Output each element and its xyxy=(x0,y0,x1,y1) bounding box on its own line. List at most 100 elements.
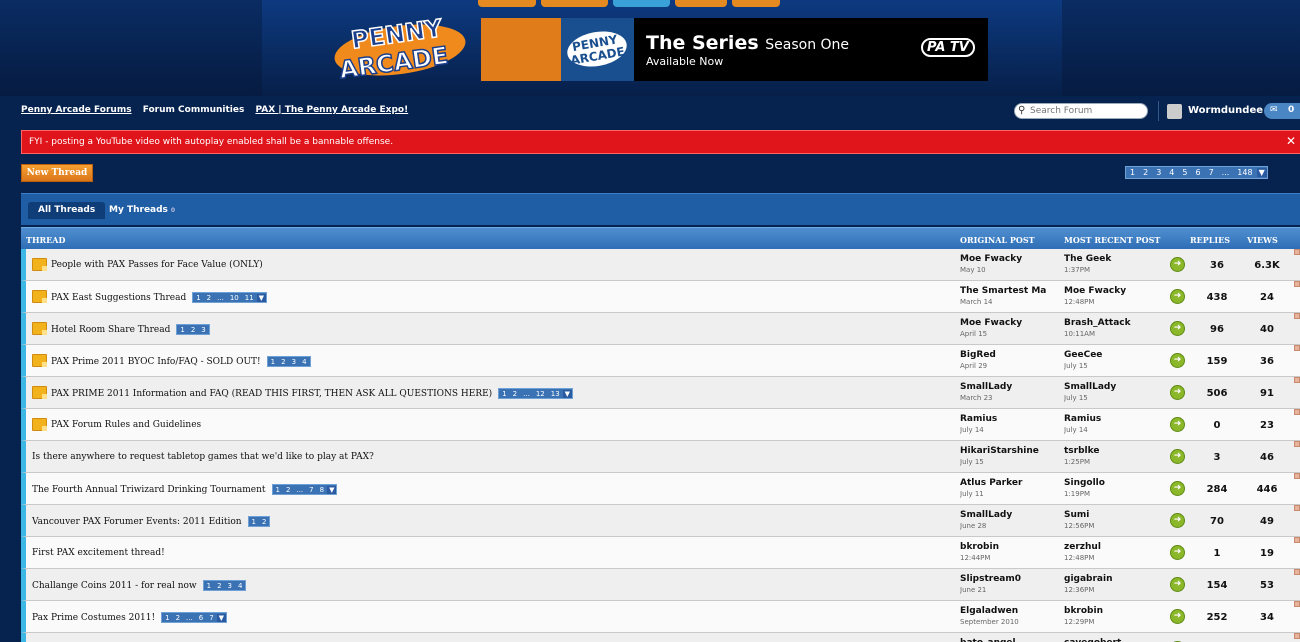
recent-poster[interactable]: Moe Fwacky xyxy=(1064,286,1164,296)
bookmark-flag-icon[interactable] xyxy=(1294,441,1300,447)
thread-page-link[interactable]: 1 xyxy=(499,390,509,398)
tab-all-threads[interactable]: All Threads xyxy=(28,202,106,219)
thread-title-link[interactable]: PAX Prime 2011 BYOC Info/FAQ - SOLD OUT! xyxy=(51,357,261,367)
original-poster[interactable]: BigRed xyxy=(960,350,1060,360)
thread-page-link[interactable]: 3 xyxy=(225,582,235,590)
original-poster[interactable]: Atlus Parker xyxy=(960,478,1060,488)
recent-poster[interactable]: SmallLady xyxy=(1064,382,1164,392)
penny-arcade-logo[interactable]: PENNY ARCADE xyxy=(332,4,468,82)
go-to-last-post-icon[interactable]: ➜ xyxy=(1170,289,1185,304)
original-poster[interactable]: Elgaladwen xyxy=(960,606,1060,616)
page-link[interactable]: 148 xyxy=(1233,168,1256,177)
user-menu[interactable]: Wormdundee xyxy=(1158,101,1263,121)
column-header-replies[interactable]: REPLIES xyxy=(1190,235,1230,245)
go-to-last-post-icon[interactable]: ➜ xyxy=(1170,449,1185,464)
chevron-down-icon[interactable]: ▼ xyxy=(327,485,337,494)
table-row[interactable]: People with PAX Passes for Face Value (O… xyxy=(21,249,1300,281)
thread-page-link[interactable]: 2 xyxy=(510,390,520,398)
bookmark-flag-icon[interactable] xyxy=(1294,409,1300,415)
chevron-down-icon[interactable]: ▼ xyxy=(216,613,227,622)
thread-page-link[interactable]: 1 xyxy=(268,358,278,366)
page-link[interactable]: 6 xyxy=(1191,168,1204,177)
go-to-last-post-icon[interactable]: ➜ xyxy=(1170,609,1185,624)
thread-page-link[interactable]: 1 xyxy=(273,486,283,494)
thread-page-link[interactable]: 2 xyxy=(283,486,293,494)
thread-page-link[interactable]: 7 xyxy=(206,614,216,622)
chevron-down-icon[interactable]: ▼ xyxy=(256,293,267,302)
thread-page-link[interactable]: 2 xyxy=(214,582,224,590)
recent-poster[interactable]: Ramius xyxy=(1064,414,1164,424)
recent-poster[interactable]: bkrobin xyxy=(1064,606,1164,616)
table-row[interactable]: Vancouver PAX Forumer Events: 2011 Editi… xyxy=(21,505,1300,537)
thread-page-link[interactable]: 4 xyxy=(299,358,309,366)
page-link[interactable]: 7 xyxy=(1205,168,1218,177)
thread-page-link[interactable]: ... xyxy=(214,294,227,302)
go-to-last-post-icon[interactable]: ➜ xyxy=(1170,545,1185,560)
breadcrumb-forum-communities[interactable]: Forum Communities xyxy=(143,105,245,115)
bookmark-flag-icon[interactable] xyxy=(1294,345,1300,351)
thread-page-link[interactable]: 8 xyxy=(317,486,327,494)
thread-page-link[interactable]: 1 xyxy=(204,582,214,590)
go-to-last-post-icon[interactable]: ➜ xyxy=(1170,417,1185,432)
thread-title-link[interactable]: PAX PRIME 2011 Information and FAQ (READ… xyxy=(51,389,492,399)
table-row[interactable]: PAX East Suggestions Thread 1 2... 10 11 ▼ The… xyxy=(21,281,1300,313)
page-link[interactable]: 5 xyxy=(1178,168,1191,177)
new-thread-button[interactable]: New Thread xyxy=(21,164,93,182)
go-to-last-post-icon[interactable]: ➜ xyxy=(1170,513,1185,528)
recent-poster[interactable]: GeeCee xyxy=(1064,350,1164,360)
username[interactable]: Wormdundee xyxy=(1188,105,1263,116)
go-to-last-post-icon[interactable]: ➜ xyxy=(1170,481,1185,496)
search-input[interactable] xyxy=(1030,105,1142,117)
thread-page-link[interactable]: 12 xyxy=(533,390,548,398)
table-row[interactable]: The Fourth Annual Triwizard Drinking Tou… xyxy=(21,473,1300,505)
close-icon[interactable]: ✕ xyxy=(1286,134,1296,148)
bookmark-flag-icon[interactable] xyxy=(1294,313,1300,319)
top-nav-tab[interactable] xyxy=(613,0,670,7)
column-header-original-post[interactable]: ORIGINAL POST xyxy=(960,235,1035,245)
tab-my-threads[interactable]: My Threads 0 xyxy=(99,202,185,219)
go-to-last-post-icon[interactable]: ➜ xyxy=(1170,257,1185,272)
original-poster[interactable]: Ramius xyxy=(960,414,1060,424)
bookmark-flag-icon[interactable] xyxy=(1294,633,1300,639)
thread-page-link[interactable]: 2 xyxy=(204,294,214,302)
go-to-last-post-icon[interactable]: ➜ xyxy=(1170,321,1185,336)
thread-title-link[interactable]: People with PAX Passes for Face Value (O… xyxy=(51,260,263,270)
series-banner-ad[interactable]: PENNY ARCADE The Series Season One Availa… xyxy=(481,18,988,81)
bookmark-flag-icon[interactable] xyxy=(1294,569,1300,575)
thread-page-link[interactable]: 1 xyxy=(177,326,187,334)
original-poster[interactable]: SmallLady xyxy=(960,510,1060,520)
thread-title-link[interactable]: Pax Prime Costumes 2011! xyxy=(32,613,155,623)
thread-page-link[interactable]: 1 xyxy=(193,294,203,302)
top-nav-tab[interactable] xyxy=(732,0,780,7)
recent-poster[interactable]: zerzhul xyxy=(1064,542,1164,552)
table-row[interactable]: Hotel Room Share Thread 1 2 3 Moe Fwacky Apri… xyxy=(21,313,1300,345)
recent-poster[interactable]: cavegobert xyxy=(1064,638,1164,642)
column-header-views[interactable]: VIEWS xyxy=(1247,235,1278,245)
thread-page-link[interactable]: 3 xyxy=(289,358,299,366)
table-row[interactable]: Challange Coins 2011 - for real now 1 2 3 4 S… xyxy=(21,569,1300,601)
go-to-last-post-icon[interactable]: ➜ xyxy=(1170,353,1185,368)
original-poster[interactable]: bato_angel xyxy=(960,638,1060,642)
top-nav-tab[interactable] xyxy=(675,0,727,7)
thread-page-link[interactable]: 13 xyxy=(548,390,563,398)
messages-button[interactable]: ✉ 0 xyxy=(1264,103,1300,119)
table-row[interactable]: Is there anywhere to request tabletop ga… xyxy=(21,441,1300,473)
original-poster[interactable]: Moe Fwacky xyxy=(960,254,1060,264)
top-nav-tab[interactable] xyxy=(541,0,608,7)
thread-title-link[interactable]: PAX East Suggestions Thread xyxy=(51,293,186,303)
recent-poster[interactable]: tsrblke xyxy=(1064,446,1164,456)
thread-title-link[interactable]: Hotel Room Share Thread xyxy=(51,325,170,335)
table-row[interactable]: bato_angelcavegobert➜ xyxy=(21,633,1300,642)
thread-page-link[interactable]: 2 xyxy=(278,358,288,366)
bookmark-flag-icon[interactable] xyxy=(1294,281,1300,287)
original-poster[interactable]: HikariStarshine xyxy=(960,446,1060,456)
bookmark-flag-icon[interactable] xyxy=(1294,537,1300,543)
bookmark-flag-icon[interactable] xyxy=(1294,505,1300,511)
thread-page-link[interactable]: 3 xyxy=(198,326,208,334)
page-link[interactable]: 3 xyxy=(1152,168,1165,177)
thread-page-link[interactable]: 6 xyxy=(196,614,206,622)
table-row[interactable]: Pax Prime Costumes 2011! 1 2... 6 7 ▼ Elgaladw… xyxy=(21,601,1300,633)
original-poster[interactable]: bkrobin xyxy=(960,542,1060,552)
thread-title-link[interactable]: Is there anywhere to request tabletop ga… xyxy=(32,452,374,462)
page-link[interactable]: 1 xyxy=(1126,168,1139,177)
